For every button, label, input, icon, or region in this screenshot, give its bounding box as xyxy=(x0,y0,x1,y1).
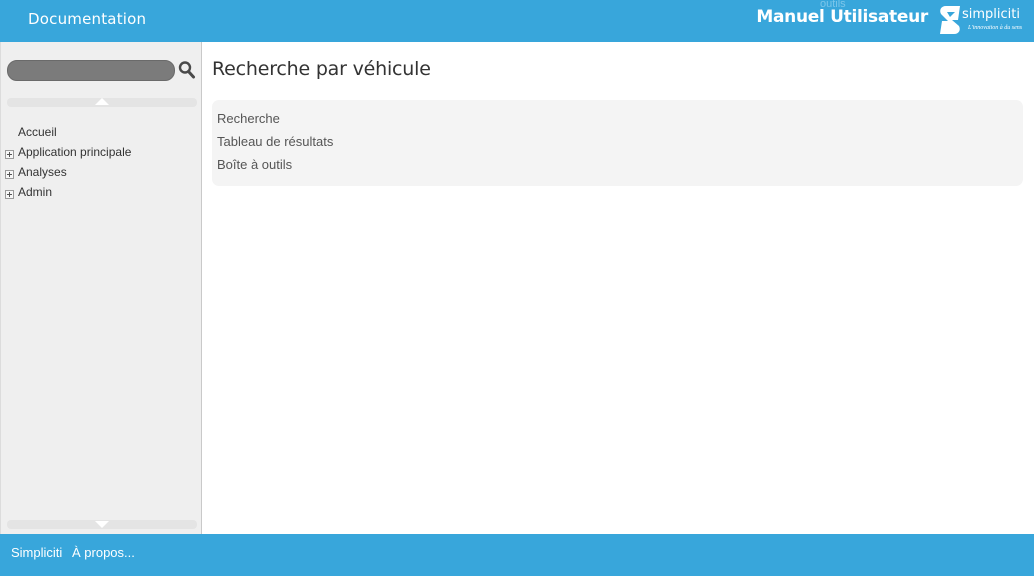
scroll-down-button[interactable] xyxy=(7,520,197,529)
manual-title: Manuel Utilisateur xyxy=(756,7,928,27)
toc-link-boite-a-outils[interactable]: Boîte à outils xyxy=(217,154,1018,177)
table-of-contents: Recherche Tableau de résultats Boîte à o… xyxy=(212,100,1023,186)
search-input[interactable] xyxy=(7,60,175,81)
page-title: Recherche par véhicule xyxy=(212,58,431,80)
brand-tagline: L'innovation à du sens xyxy=(968,25,1023,31)
simpliciti-s-logo-icon xyxy=(940,6,960,34)
footer-link-a-propos[interactable]: À propos... xyxy=(72,545,135,560)
top-header: Documentation outils Manuel Utilisateur … xyxy=(0,0,1034,42)
nav-item-accueil[interactable]: Accueil xyxy=(1,124,201,144)
chevron-up-icon xyxy=(95,98,109,105)
nav-item-admin[interactable]: Admin xyxy=(1,184,201,204)
expand-plus-icon[interactable] xyxy=(5,170,14,179)
search-button[interactable] xyxy=(178,60,196,80)
toc-link-recherche[interactable]: Recherche xyxy=(217,108,1018,131)
chevron-down-icon xyxy=(95,521,109,528)
toc-link-tableau-de-resultats[interactable]: Tableau de résultats xyxy=(217,131,1018,154)
nav-item-label: Accueil xyxy=(18,125,57,139)
nav-item-label: Admin xyxy=(18,185,53,199)
scroll-up-button[interactable] xyxy=(7,98,197,107)
simpliciti-logo[interactable]: simpliciti L'innovation à du sens xyxy=(938,4,1030,38)
expand-plus-icon[interactable] xyxy=(5,150,14,159)
nav-item-application-principale[interactable]: Application principale xyxy=(1,144,201,164)
navigation-tree: Accueil Application principale Analyses … xyxy=(1,124,201,204)
sidebar: Accueil Application principale Analyses … xyxy=(0,42,202,534)
documentation-title[interactable]: Documentation xyxy=(28,10,146,28)
footer-link-simpliciti[interactable]: Simpliciti xyxy=(11,545,62,560)
nav-item-analyses[interactable]: Analyses xyxy=(1,164,201,184)
search-icon xyxy=(178,61,195,79)
nav-item-label: Application principale xyxy=(18,145,132,159)
main-content: Recherche par véhicule Recherche Tableau… xyxy=(203,42,1034,534)
nav-item-label: Analyses xyxy=(18,165,67,179)
brand-name: simpliciti xyxy=(962,7,1020,22)
expand-plus-icon[interactable] xyxy=(5,190,14,199)
footer: Simpliciti À propos... xyxy=(0,534,1034,576)
